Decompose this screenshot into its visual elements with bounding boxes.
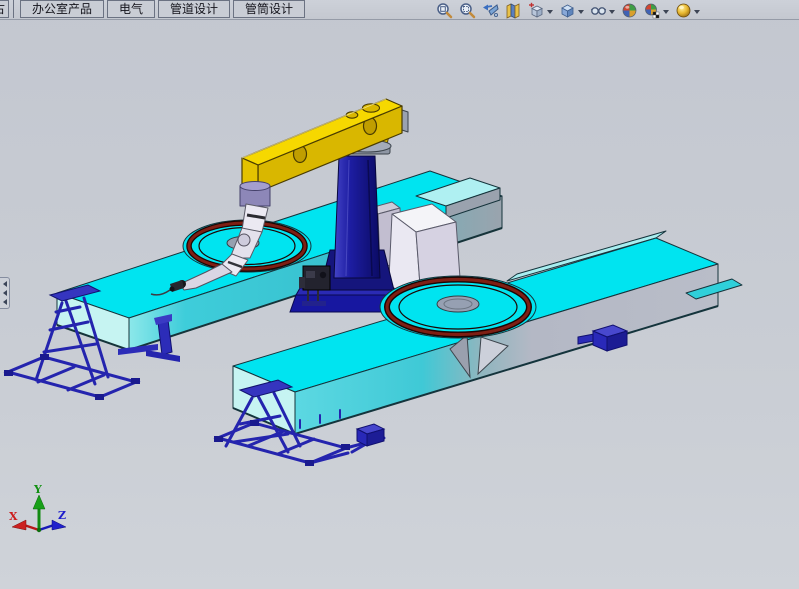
dropdown-arrow[interactable] <box>547 10 553 14</box>
command-bar: 古 办公室产品 电气 管道设计 管筒设计 <box>0 0 799 20</box>
command-tabs: 古 办公室产品 电气 管道设计 管筒设计 <box>0 0 308 19</box>
heads-up-view-toolbar <box>436 1 700 20</box>
tab-separator <box>13 0 14 18</box>
tab-clipped[interactable]: 古 <box>0 0 9 18</box>
collapse-arrow-icon <box>3 290 7 296</box>
triad-x-label: X <box>9 510 18 523</box>
triad-y-label: Y <box>33 483 42 496</box>
edit-appearance-icon[interactable] <box>621 2 638 19</box>
view-orientation-icon[interactable] <box>528 2 553 19</box>
dropdown-arrow[interactable] <box>578 10 584 14</box>
apply-scene-icon[interactable] <box>644 2 669 19</box>
hide-show-items-icon[interactable] <box>590 2 615 19</box>
previous-view-icon[interactable] <box>482 2 499 19</box>
clamp-block-mid[interactable] <box>357 424 384 446</box>
triad-z-label: Z <box>58 509 66 522</box>
tab-piping-design[interactable]: 管道设计 <box>158 0 230 18</box>
tab-tubing-design[interactable]: 管筒设计 <box>233 0 305 18</box>
dropdown-arrow[interactable] <box>694 10 700 14</box>
collapse-arrow-icon <box>3 281 7 287</box>
tab-electrical[interactable]: 电气 <box>107 0 155 18</box>
zoom-to-area-icon[interactable] <box>459 2 476 19</box>
zoom-to-fit-icon[interactable] <box>436 2 453 19</box>
view-settings-icon[interactable] <box>675 2 700 19</box>
dropdown-arrow[interactable] <box>609 10 615 14</box>
model-viewport[interactable]: X Y Z <box>0 0 799 589</box>
dropdown-arrow[interactable] <box>663 10 669 14</box>
section-view-icon[interactable] <box>505 2 522 19</box>
collapse-panel-button[interactable] <box>0 277 10 309</box>
collapse-arrow-icon <box>3 299 7 305</box>
tab-office-products[interactable]: 办公室产品 <box>20 0 104 18</box>
display-style-icon[interactable] <box>559 2 584 19</box>
